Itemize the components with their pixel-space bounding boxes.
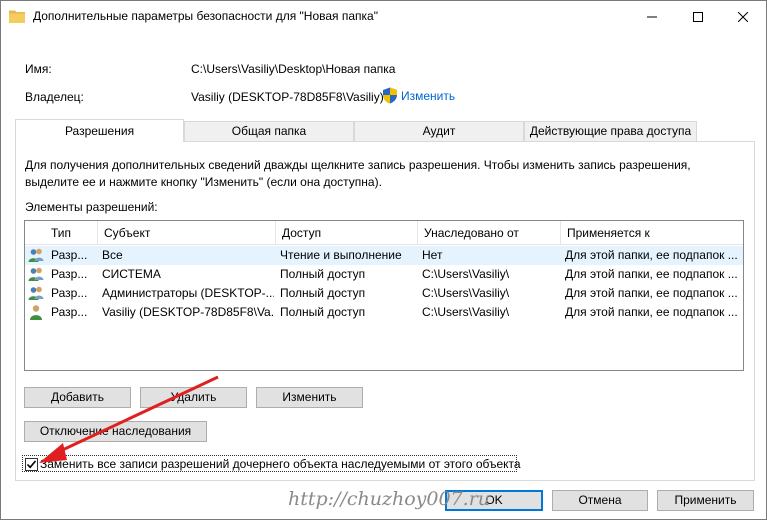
cell-access: Полный доступ <box>280 286 366 300</box>
remove-button[interactable]: Удалить <box>140 387 247 408</box>
cell-subject: СИСТЕМА <box>102 267 161 281</box>
group-icon <box>28 248 44 262</box>
cell-applies: Для этой папки, ее подпапок ... <box>565 305 738 319</box>
cell-applies: Для этой папки, ее подпапок ... <box>565 267 738 281</box>
window-title: Дополнительные параметры безопасности дл… <box>33 9 378 23</box>
cell-type: Разр... <box>51 286 88 300</box>
title-bar: Дополнительные параметры безопасности дл… <box>1 1 766 32</box>
close-icon <box>738 11 748 22</box>
table-row[interactable]: Разр... Все Чтение и выполнение Нет Для … <box>25 246 743 265</box>
cell-access: Чтение и выполнение <box>280 248 402 262</box>
minimize-icon <box>647 16 657 17</box>
add-button[interactable]: Добавить <box>24 387 131 408</box>
maximize-button[interactable] <box>675 1 721 32</box>
column-access[interactable]: Доступ <box>276 221 418 245</box>
cell-access: Полный доступ <box>280 267 366 281</box>
checkbox-box[interactable] <box>25 458 38 471</box>
cell-type: Разр... <box>51 248 88 262</box>
checkbox-label: Заменить все записи разрешений дочернего… <box>40 457 521 471</box>
disable-inheritance-button[interactable]: Отключение наследования <box>24 421 207 442</box>
change-owner-link[interactable]: Изменить <box>401 89 455 103</box>
tab-sharing[interactable]: Общая папка <box>184 121 354 141</box>
list-header: Тип Субъект Доступ Унаследовано от Приме… <box>25 221 743 245</box>
check-icon <box>26 460 37 469</box>
apply-button[interactable]: Применить <box>657 490 754 511</box>
cell-type: Разр... <box>51 305 88 319</box>
security-dialog: Дополнительные параметры безопасности дл… <box>0 0 767 520</box>
cell-subject: Vasiliy (DESKTOP-78D85F8\Va... <box>102 305 274 319</box>
owner-label: Владелец: <box>25 90 84 104</box>
table-row[interactable]: Разр... СИСТЕМА Полный доступ C:\Users\V… <box>25 265 743 284</box>
cell-access: Полный доступ <box>280 305 366 319</box>
name-label: Имя: <box>25 62 52 76</box>
cell-applies: Для этой папки, ее подпапок ... <box>565 248 738 262</box>
tab-permissions[interactable]: Разрешения <box>15 119 184 142</box>
cell-subject: Администраторы (DESKTOP-... <box>102 286 274 300</box>
minimize-button[interactable] <box>629 1 675 32</box>
replace-child-permissions-checkbox[interactable]: Заменить все записи разрешений дочернего… <box>22 455 521 472</box>
edit-button[interactable]: Изменить <box>256 387 363 408</box>
hint-text: Для получения дополнительных сведений дв… <box>25 158 691 189</box>
cancel-button[interactable]: Отмена <box>552 490 648 511</box>
maximize-icon <box>693 11 703 22</box>
permission-entries-list[interactable]: Тип Субъект Доступ Унаследовано от Приме… <box>24 220 744 371</box>
cell-inherited: C:\Users\Vasiliy\ <box>422 286 510 300</box>
cell-inherited: C:\Users\Vasiliy\ <box>422 267 510 281</box>
owner-value: Vasiliy (DESKTOP-78D85F8\Vasiliy) <box>191 90 384 104</box>
tab-effective-access[interactable]: Действующие права доступа <box>524 121 697 141</box>
group-icon <box>28 286 44 300</box>
group-icon <box>28 267 44 281</box>
cell-inherited: C:\Users\Vasiliy\ <box>422 305 510 319</box>
folder-icon <box>9 10 25 23</box>
cell-applies: Для этой папки, ее подпапок ... <box>565 286 738 300</box>
permission-entries-label: Элементы разрешений: <box>25 200 158 214</box>
watermark: http://chuzhoy007.ru <box>288 488 491 510</box>
column-type[interactable]: Тип <box>45 221 98 245</box>
cell-inherited: Нет <box>422 248 443 262</box>
column-subject[interactable]: Субъект <box>98 221 276 245</box>
user-icon <box>30 305 42 320</box>
cell-type: Разр... <box>51 267 88 281</box>
tab-auditing[interactable]: Аудит <box>354 121 524 141</box>
uac-shield-icon <box>383 87 397 104</box>
cell-subject: Все <box>102 248 123 262</box>
table-row[interactable]: Разр... Администраторы (DESKTOP-... Полн… <box>25 284 743 303</box>
column-inherited-from[interactable]: Унаследовано от <box>418 221 561 245</box>
table-row[interactable]: Разр... Vasiliy (DESKTOP-78D85F8\Va... П… <box>25 303 743 322</box>
name-value: C:\Users\Vasiliy\Desktop\Новая папка <box>191 62 396 76</box>
close-button[interactable] <box>720 1 766 32</box>
column-applies-to[interactable]: Применяется к <box>561 221 743 245</box>
